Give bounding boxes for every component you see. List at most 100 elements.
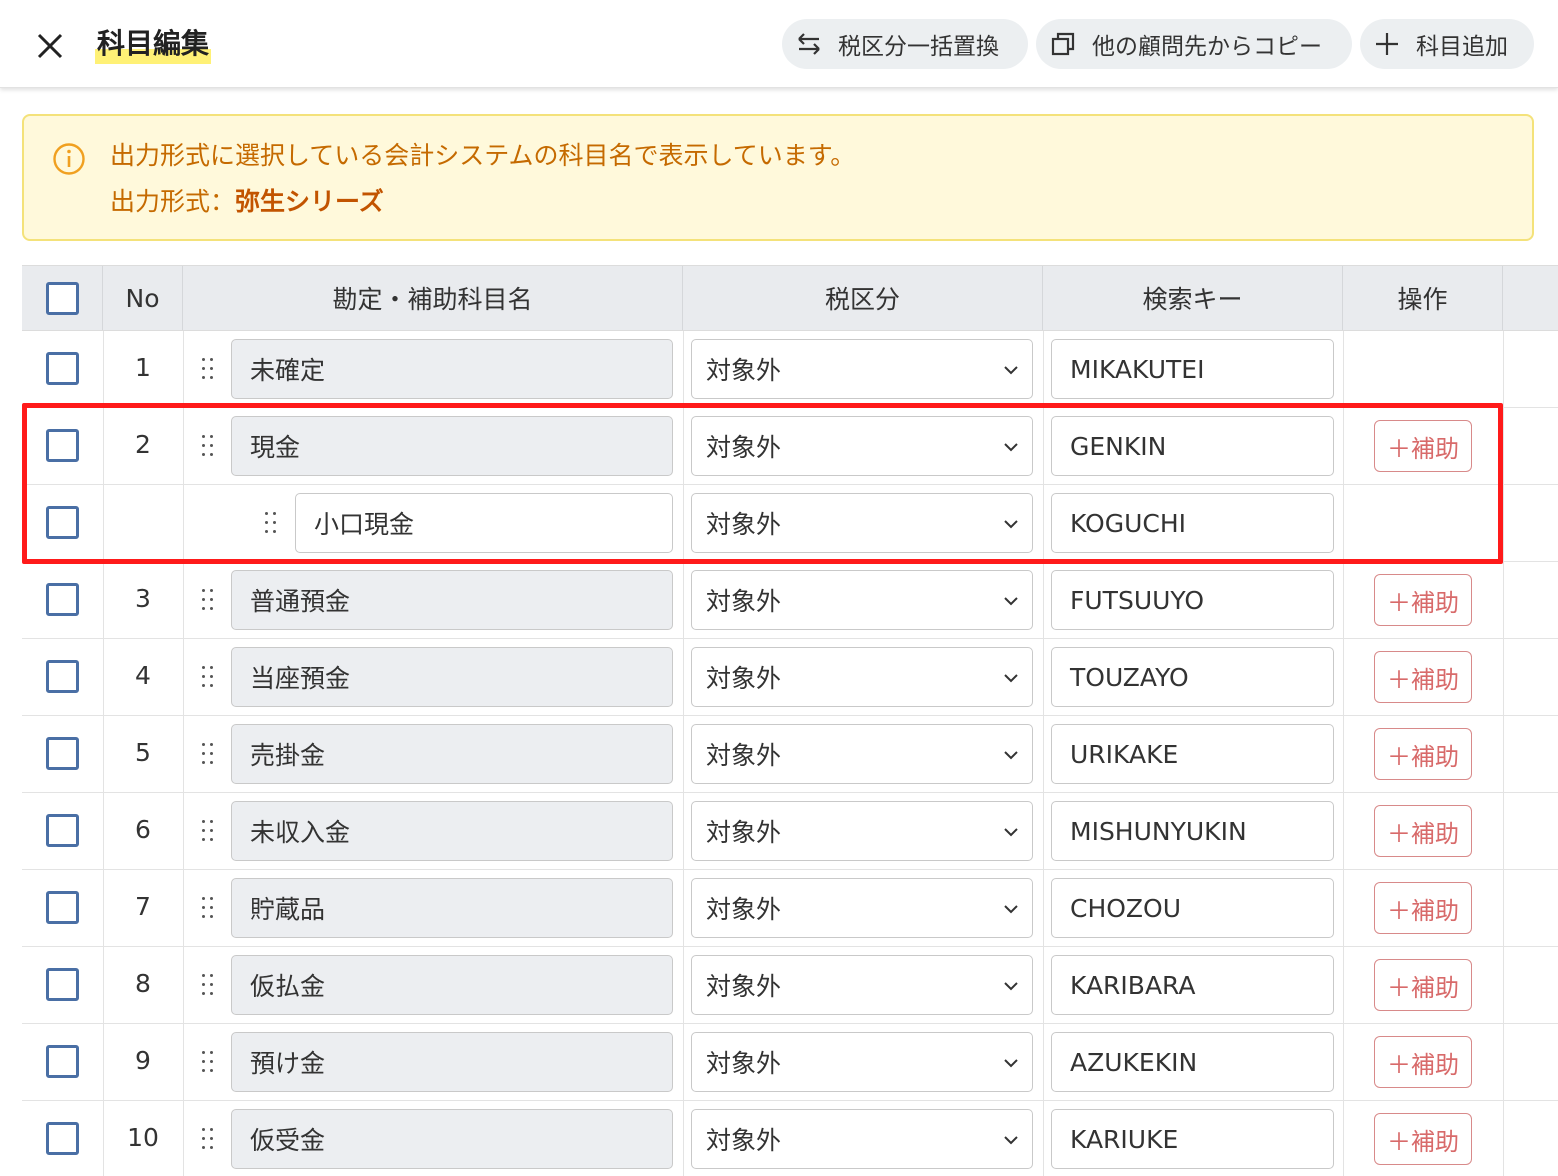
row-checkbox[interactable] bbox=[46, 506, 79, 539]
tax-category-select[interactable]: 対象外 bbox=[691, 1109, 1033, 1169]
column-divider bbox=[683, 408, 684, 484]
copy-from-other-label: 他の顧問先からコピー bbox=[1092, 34, 1322, 60]
account-name-field: 現金 bbox=[231, 416, 673, 476]
row-checkbox[interactable] bbox=[46, 1122, 79, 1155]
row-checkbox[interactable] bbox=[46, 660, 79, 693]
drag-handle-icon[interactable] bbox=[200, 743, 218, 767]
table-row: 6 未収入金 対象外 MISHUNYUKIN ＋補助 bbox=[22, 793, 1558, 870]
search-key-field[interactable]: URIKAKE bbox=[1051, 724, 1334, 784]
select-all-checkbox[interactable] bbox=[45, 281, 79, 315]
tax-category-select[interactable]: 対象外 bbox=[691, 955, 1033, 1015]
row-checkbox[interactable] bbox=[46, 737, 79, 770]
table-row: 3 普通預金 対象外 FUTSUUYO ＋補助 bbox=[22, 562, 1558, 639]
drag-handle-icon[interactable] bbox=[200, 666, 218, 690]
notice-format-prefix: 出力形式： bbox=[110, 187, 236, 216]
column-divider bbox=[683, 793, 684, 869]
tax-category-select[interactable]: 対象外 bbox=[691, 339, 1033, 399]
info-icon bbox=[53, 143, 85, 175]
tax-category-value: 対象外 bbox=[706, 356, 782, 385]
column-header-key: 検索キー bbox=[1043, 266, 1343, 330]
drag-handle-icon[interactable] bbox=[263, 512, 281, 536]
drag-handle-icon[interactable] bbox=[200, 589, 218, 613]
row-checkbox[interactable] bbox=[46, 352, 79, 385]
row-checkbox[interactable] bbox=[46, 583, 79, 616]
column-divider bbox=[1343, 716, 1344, 792]
column-divider bbox=[683, 870, 684, 946]
search-key-field[interactable]: KARIUKE bbox=[1051, 1109, 1334, 1169]
add-sub-account-button[interactable]: ＋補助 bbox=[1374, 574, 1472, 626]
column-divider bbox=[683, 947, 684, 1023]
column-divider bbox=[1043, 870, 1044, 946]
column-divider bbox=[1343, 639, 1344, 715]
drag-handle-icon[interactable] bbox=[200, 820, 218, 844]
drag-handle-icon[interactable] bbox=[200, 358, 218, 382]
tax-category-select[interactable]: 対象外 bbox=[691, 647, 1033, 707]
tax-category-select[interactable]: 対象外 bbox=[691, 416, 1033, 476]
plus-icon bbox=[1372, 29, 1402, 59]
close-button[interactable] bbox=[30, 26, 70, 66]
copy-from-other-client-button[interactable]: 他の顧問先からコピー bbox=[1036, 19, 1352, 69]
tax-category-select[interactable]: 対象外 bbox=[691, 878, 1033, 938]
column-divider bbox=[1343, 1101, 1344, 1176]
chevron-down-icon bbox=[1004, 982, 1018, 991]
column-divider bbox=[1043, 639, 1044, 715]
row-checkbox[interactable] bbox=[46, 429, 79, 462]
account-name-field: 普通預金 bbox=[231, 570, 673, 630]
search-key-field[interactable]: MISHUNYUKIN bbox=[1051, 801, 1334, 861]
row-checkbox[interactable] bbox=[46, 891, 79, 924]
drag-handle-icon[interactable] bbox=[200, 1128, 218, 1152]
add-sub-account-button[interactable]: ＋補助 bbox=[1374, 1113, 1472, 1165]
row-number: 6 bbox=[135, 815, 151, 844]
tax-replace-label: 税区分一括置換 bbox=[838, 34, 999, 60]
table-row: 5 売掛金 対象外 URIKAKE ＋補助 bbox=[22, 716, 1558, 793]
sub-account-name-field[interactable]: 小口現金 bbox=[295, 493, 673, 553]
column-divider bbox=[1343, 408, 1344, 484]
tax-category-select[interactable]: 対象外 bbox=[691, 570, 1033, 630]
search-key-field[interactable]: KARIBARA bbox=[1051, 955, 1334, 1015]
row-number: 10 bbox=[127, 1123, 159, 1152]
add-sub-account-button[interactable]: ＋補助 bbox=[1374, 728, 1472, 780]
search-key-field[interactable]: GENKIN bbox=[1051, 416, 1334, 476]
search-key-field[interactable]: AZUKEKIN bbox=[1051, 1032, 1334, 1092]
search-key-field[interactable]: FUTSUUYO bbox=[1051, 570, 1334, 630]
drag-handle-icon[interactable] bbox=[200, 897, 218, 921]
chevron-down-icon bbox=[1004, 443, 1018, 452]
row-checkbox[interactable] bbox=[46, 968, 79, 1001]
tax-category-select[interactable]: 対象外 bbox=[691, 493, 1033, 553]
column-header-action: 操作 bbox=[1343, 266, 1503, 330]
tax-category-select[interactable]: 対象外 bbox=[691, 801, 1033, 861]
add-sub-account-button[interactable]: ＋補助 bbox=[1374, 1036, 1472, 1088]
add-sub-account-button[interactable]: ＋補助 bbox=[1374, 882, 1472, 934]
tax-category-value: 対象外 bbox=[706, 972, 782, 1001]
column-divider bbox=[1343, 562, 1344, 638]
tax-category-value: 対象外 bbox=[706, 895, 782, 924]
search-key-field[interactable]: TOUZAYO bbox=[1051, 647, 1334, 707]
notice-output-format: 出力形式：弥生シリーズ bbox=[110, 184, 384, 220]
column-divider bbox=[183, 1024, 184, 1100]
row-checkbox[interactable] bbox=[46, 1045, 79, 1078]
tax-category-value: 対象外 bbox=[706, 1049, 782, 1078]
column-divider bbox=[183, 408, 184, 484]
drag-handle-icon[interactable] bbox=[200, 974, 218, 998]
row-number: 1 bbox=[135, 353, 151, 382]
column-divider bbox=[1503, 793, 1504, 869]
row-checkbox[interactable] bbox=[46, 814, 79, 847]
tax-category-select[interactable]: 対象外 bbox=[691, 724, 1033, 784]
column-header-no: No bbox=[103, 266, 183, 330]
add-sub-account-button[interactable]: ＋補助 bbox=[1374, 420, 1472, 472]
column-divider bbox=[103, 485, 104, 561]
add-sub-account-button[interactable]: ＋補助 bbox=[1374, 805, 1472, 857]
column-divider bbox=[183, 639, 184, 715]
column-divider bbox=[183, 716, 184, 792]
add-account-button[interactable]: 科目追加 bbox=[1360, 19, 1534, 69]
drag-handle-icon[interactable] bbox=[200, 1051, 218, 1075]
row-number: 5 bbox=[135, 738, 151, 767]
search-key-field[interactable]: KOGUCHI bbox=[1051, 493, 1334, 553]
search-key-field[interactable]: MIKAKUTEI bbox=[1051, 339, 1334, 399]
drag-handle-icon[interactable] bbox=[200, 435, 218, 459]
add-sub-account-button[interactable]: ＋補助 bbox=[1374, 651, 1472, 703]
tax-replace-button[interactable]: 税区分一括置換 bbox=[782, 19, 1028, 69]
search-key-field[interactable]: CHOZOU bbox=[1051, 878, 1334, 938]
add-sub-account-button[interactable]: ＋補助 bbox=[1374, 959, 1472, 1011]
tax-category-select[interactable]: 対象外 bbox=[691, 1032, 1033, 1092]
